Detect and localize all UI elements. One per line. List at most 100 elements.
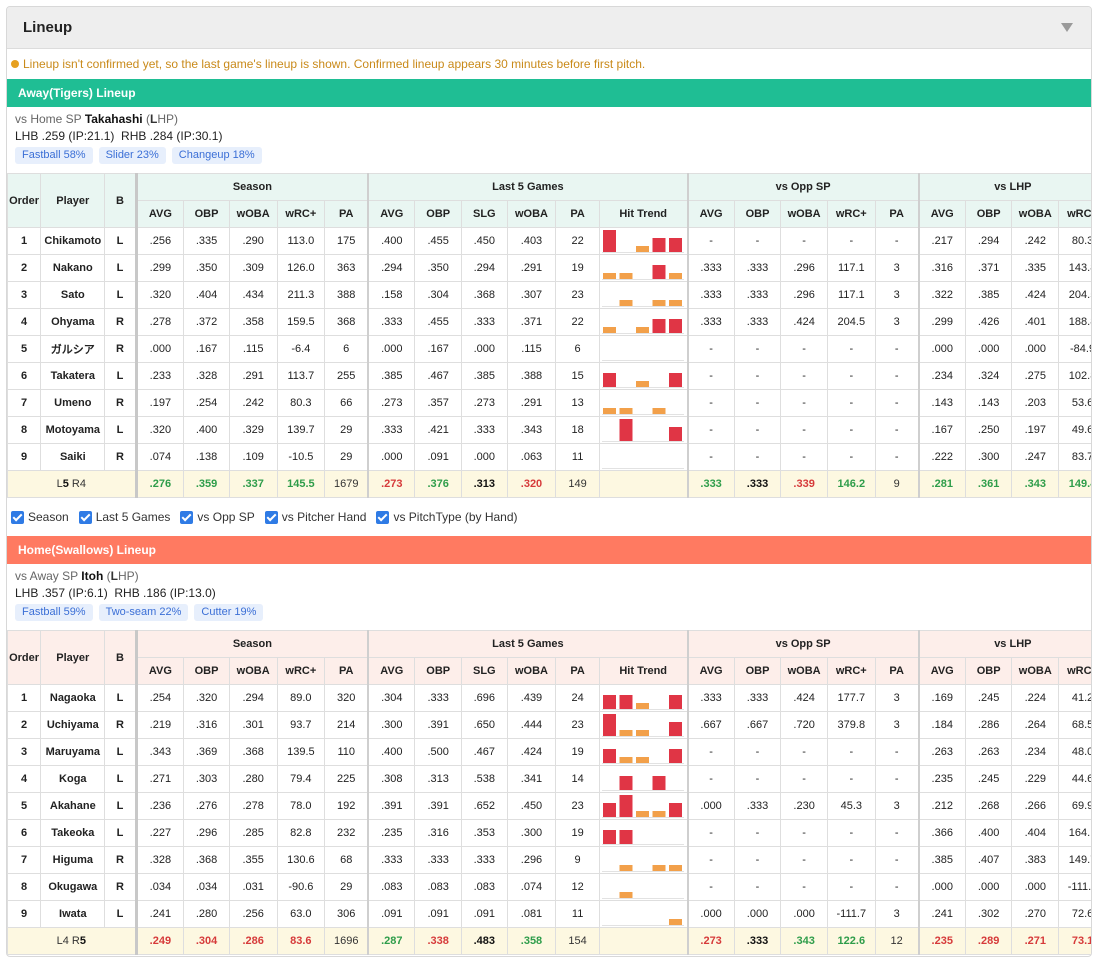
player-row[interactable]: 3 Sato L .320.404.434 211.3 388.158.304.368.3… [7, 281, 1091, 309]
col-vsopp-wrc-[interactable]: wRC+ [826, 657, 876, 685]
pitch-type-tag[interactable]: Fastball 59% [15, 604, 93, 621]
player-name[interactable]: Chikamoto [40, 227, 106, 255]
col-last5-hit-trend[interactable]: Hit Trend [598, 657, 689, 685]
col-last5-pa[interactable]: PA [555, 657, 600, 685]
player-row[interactable]: 4 Ohyama R .278.372.358 159.5 368.333.455.333… [7, 308, 1091, 336]
col-vsopp-wrc-[interactable]: wRC+ [826, 200, 876, 228]
col-vsopp-woba[interactable]: wOBA [780, 200, 828, 228]
col-last5-slg[interactable]: SLG [461, 200, 508, 228]
player-row[interactable]: 7 Higuma R .328.368.355 130.6 68.333.333.333.… [7, 846, 1091, 874]
col-season-obp[interactable]: OBP [183, 657, 230, 685]
col-vslhp-avg[interactable]: AVG [917, 200, 966, 228]
pitch-type-tag[interactable]: Slider 23% [98, 147, 166, 164]
col-vsopp-woba[interactable]: wOBA [780, 657, 828, 685]
col-vslhp-wrc-[interactable]: wRC+ [1058, 200, 1091, 228]
toggle-vs-opp-sp[interactable]: vs Opp SP [180, 510, 255, 524]
collapse-caret-icon[interactable] [1061, 23, 1073, 32]
col-season-woba[interactable]: wOBA [228, 200, 278, 228]
col-vsopp-obp[interactable]: OBP [733, 657, 782, 685]
player-name[interactable]: ガルシア [40, 335, 106, 363]
player-row[interactable]: 7 Umeno R .197.254.242 80.3 66.273.357.273.29… [7, 389, 1091, 417]
col-season-wrc-[interactable]: wRC+ [276, 657, 326, 685]
total-season-stat: .249 [134, 927, 185, 955]
col-vsopp-avg[interactable]: AVG [686, 200, 735, 228]
checkbox-checked-icon[interactable] [78, 510, 92, 524]
pitch-type-tag[interactable]: Cutter 19% [194, 604, 264, 621]
col-last5-pa[interactable]: PA [555, 200, 600, 228]
pitch-type-tag[interactable]: Fastball 58% [15, 147, 93, 164]
trend-bar [669, 319, 683, 333]
col-season-wrc-[interactable]: wRC+ [276, 200, 326, 228]
player-row[interactable]: 2 Nakano L .299.350.309 126.0 363.294.350.294… [7, 254, 1091, 282]
col-vslhp-woba[interactable]: wOBA [1011, 657, 1060, 685]
player-row[interactable]: 6 Takatera L .233.328.291 113.7 255.385.467.3… [7, 362, 1091, 390]
player-row[interactable]: 1 Chikamoto L .256.335.290 113.0 175.400.455.… [7, 227, 1091, 255]
pitch-type-tag[interactable]: Two-seam 22% [98, 604, 189, 621]
player-name[interactable]: Ohyama [40, 308, 106, 336]
toggle-vs-pitcher-hand[interactable]: vs Pitcher Hand [264, 510, 366, 524]
player-row[interactable]: 8 Motoyama L .320.400.329 139.7 29.333.421.33… [7, 416, 1091, 444]
col-vslhp-avg[interactable]: AVG [917, 657, 966, 685]
pitch-type-tag[interactable]: Changeup 18% [171, 147, 262, 164]
col-vsopp-pa[interactable]: PA [874, 200, 920, 228]
col-season-pa[interactable]: PA [324, 200, 369, 228]
player-name[interactable]: Uchiyama [40, 711, 106, 739]
checkbox-checked-icon[interactable] [376, 510, 390, 524]
player-name[interactable]: Umeno [40, 389, 106, 417]
player-row[interactable]: 4 Koga L .271.303.280 79.4 225.308.313.538.34… [7, 765, 1091, 793]
checkbox-checked-icon[interactable] [264, 510, 278, 524]
player-name[interactable]: Akahane [40, 792, 106, 820]
player-name[interactable]: Okugawa [40, 873, 106, 901]
player-row[interactable]: 6 Takeoka L .227.296.285 82.8 232.235.316.353… [7, 819, 1091, 847]
col-last5-slg[interactable]: SLG [461, 657, 508, 685]
player-name[interactable]: Maruyama [40, 738, 106, 766]
lineup-table-wrap[interactable]: Order Player B Season Last 5 Games vs Opp SP v… [7, 173, 1091, 498]
player-name[interactable]: Saiki [40, 443, 106, 471]
col-vslhp-wrc-[interactable]: wRC+ [1058, 657, 1091, 685]
total-vs-opp-stat: 9 [874, 470, 920, 498]
col-vslhp-obp[interactable]: OBP [964, 200, 1013, 228]
panel-header[interactable]: Lineup [7, 7, 1091, 49]
col-last5-hit-trend[interactable]: Hit Trend [598, 200, 689, 228]
col-last5-obp[interactable]: OBP [414, 200, 463, 228]
col-vslhp-obp[interactable]: OBP [964, 657, 1013, 685]
col-vslhp-woba[interactable]: wOBA [1011, 200, 1060, 228]
player-name[interactable]: Takeoka [40, 819, 106, 847]
player-name[interactable]: Takatera [40, 362, 106, 390]
player-name[interactable]: Motoyama [40, 416, 106, 444]
toggle-vs-pitchtype-by-hand-[interactable]: vs PitchType (by Hand) [376, 510, 518, 524]
player-name[interactable]: Higuma [40, 846, 106, 874]
player-name[interactable]: Nakano [40, 254, 106, 282]
player-name[interactable]: Sato [40, 281, 106, 309]
col-season-obp[interactable]: OBP [183, 200, 230, 228]
checkbox-checked-icon[interactable] [11, 510, 24, 524]
col-season-avg[interactable]: AVG [134, 657, 185, 685]
player-row[interactable]: 2 Uchiyama R .219.316.301 93.7 214.300.391.65… [7, 711, 1091, 739]
col-last5-avg[interactable]: AVG [367, 200, 416, 228]
col-vsopp-pa[interactable]: PA [874, 657, 920, 685]
col-vsopp-avg[interactable]: AVG [686, 657, 735, 685]
checkbox-checked-icon[interactable] [180, 510, 194, 524]
player-row[interactable]: 9 Saiki R .074.138.109 -10.5 29.000.091.000.0… [7, 443, 1091, 471]
player-row[interactable]: 5 ガルシア R .000.167.115 -6.4 6.000.167.000.115 6… [7, 335, 1091, 363]
vs-lhp-stat: .000 [917, 335, 966, 363]
player-name[interactable]: Koga [40, 765, 106, 793]
player-row[interactable]: 5 Akahane L .236.276.278 78.0 192.391.391.652… [7, 792, 1091, 820]
toggle-last-5-games[interactable]: Last 5 Games [78, 510, 170, 524]
player-name[interactable]: Nagaoka [40, 684, 106, 712]
player-row[interactable]: 1 Nagaoka L .254.320.294 89.0 320.304.333.696… [7, 684, 1091, 712]
lineup-table-wrap[interactable]: Order Player B Season Last 5 Games vs Opp SP v… [7, 630, 1091, 955]
col-season-woba[interactable]: wOBA [228, 657, 278, 685]
col-season-pa[interactable]: PA [324, 657, 369, 685]
toggle-season[interactable]: Season [11, 510, 69, 524]
player-row[interactable]: 3 Maruyama L .343.369.368 139.5 110.400.500.4… [7, 738, 1091, 766]
col-last5-woba[interactable]: wOBA [506, 200, 557, 228]
player-row[interactable]: 9 Iwata L .241.280.256 63.0 306.091.091.091.0… [7, 900, 1091, 928]
col-last5-obp[interactable]: OBP [414, 657, 463, 685]
player-name[interactable]: Iwata [40, 900, 106, 928]
col-last5-woba[interactable]: wOBA [506, 657, 557, 685]
col-last5-avg[interactable]: AVG [367, 657, 416, 685]
col-season-avg[interactable]: AVG [134, 200, 185, 228]
col-vsopp-obp[interactable]: OBP [733, 200, 782, 228]
player-row[interactable]: 8 Okugawa R .034.034.031 -90.6 29.083.083.083… [7, 873, 1091, 901]
